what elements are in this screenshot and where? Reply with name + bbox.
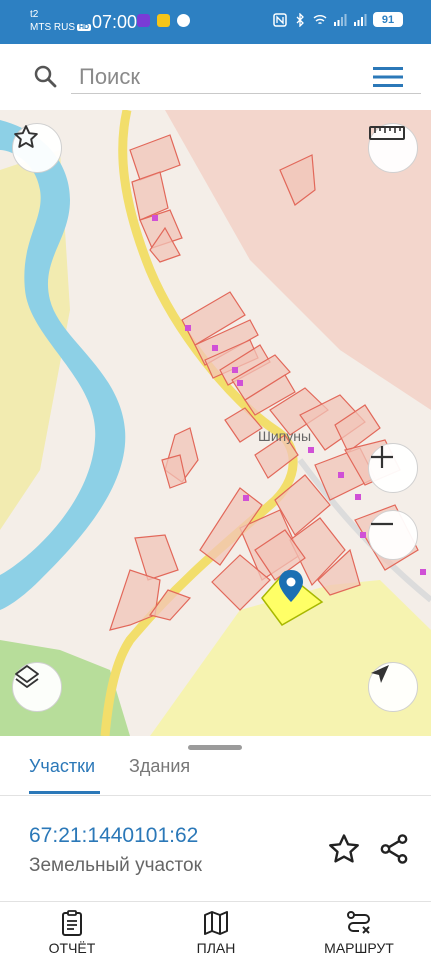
at-notification-icon	[177, 14, 190, 27]
status-bar: t2 MTS RUS HD 07:00 91	[0, 0, 431, 44]
share-icon[interactable]	[377, 832, 411, 866]
cadastral-map[interactable]: Шипуны	[0, 110, 431, 736]
bluetooth-icon	[296, 12, 304, 27]
nav-plan-label: ПЛАН	[196, 940, 236, 956]
ruler-icon	[369, 126, 405, 140]
signal-icon	[334, 13, 347, 26]
layers-icon	[15, 665, 39, 688]
nfc-icon	[273, 12, 287, 27]
search-input[interactable]	[71, 60, 421, 94]
parcel-type: Земельный участок	[29, 855, 202, 876]
tab-parcels[interactable]: Участки	[29, 756, 95, 777]
navigation-arrow-icon	[371, 665, 389, 683]
clock: 07:00	[92, 12, 138, 32]
plus-icon	[371, 446, 393, 468]
carrier-name: t2	[30, 9, 39, 20]
parcel-cadastral-number[interactable]: 67:21:1440101:62	[29, 824, 198, 848]
minus-icon	[371, 522, 393, 526]
menu-icon[interactable]	[373, 66, 403, 88]
map-icon	[204, 911, 228, 935]
carrier-name-secondary: MTS RUS HD	[30, 22, 92, 33]
star-icon	[14, 125, 38, 148]
bottom-navigation: ОТЧЁТ ПЛАН МАРШРУТ	[0, 901, 431, 960]
measure-button[interactable]	[368, 123, 418, 173]
app-notification-icon	[137, 14, 150, 27]
nav-report-button[interactable]: ОТЧЁТ	[22, 909, 122, 959]
nav-report-label: ОТЧЁТ	[48, 940, 96, 956]
zoom-out-button[interactable]	[368, 510, 418, 560]
route-icon	[347, 911, 370, 934]
layers-button[interactable]	[12, 662, 62, 712]
clipboard-icon	[62, 910, 82, 936]
status-icons: 91	[273, 12, 403, 27]
app-notification-icon	[157, 14, 170, 27]
search-bar	[7, 50, 425, 104]
tab-active-indicator	[29, 791, 100, 794]
map-canvas	[0, 110, 431, 736]
place-label: Шипуны	[258, 428, 312, 444]
nav-route-button[interactable]: МАРШРУТ	[309, 909, 409, 959]
signal-icon-2	[354, 13, 367, 26]
nav-plan-button[interactable]: ПЛАН	[166, 909, 266, 959]
battery-indicator: 91	[373, 12, 403, 27]
zoom-in-button[interactable]	[368, 443, 418, 493]
my-location-button[interactable]	[368, 662, 418, 712]
favorites-button[interactable]	[12, 123, 62, 173]
carrier-name-2: MTS RUS	[30, 22, 75, 33]
search-icon[interactable]	[33, 64, 57, 88]
nav-route-label: МАРШРУТ	[324, 940, 394, 956]
hd-badge: HD	[77, 24, 92, 31]
tab-buildings[interactable]: Здания	[129, 756, 190, 777]
wifi-icon	[313, 14, 327, 24]
add-favorite-star-icon[interactable]	[327, 832, 361, 866]
tabs: Участки Здания	[0, 750, 431, 796]
